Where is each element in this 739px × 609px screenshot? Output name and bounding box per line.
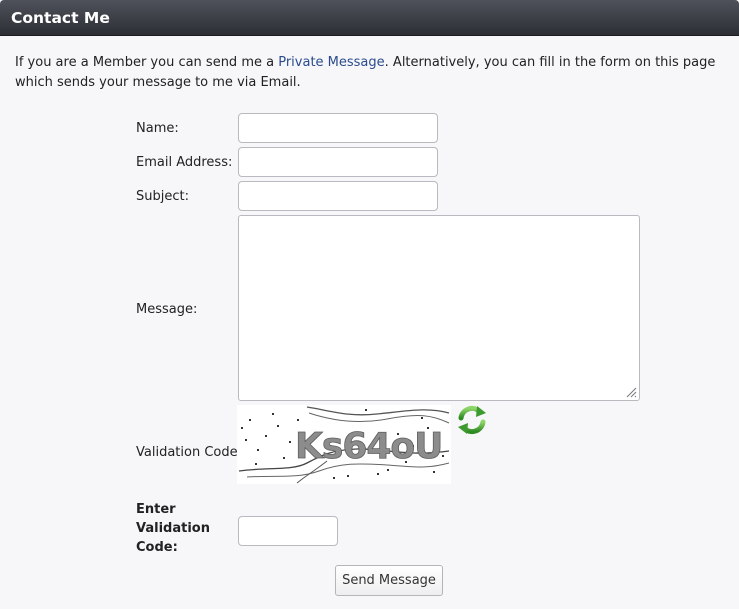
enter-code-label-line3: Code: (136, 540, 178, 555)
send-message-button[interactable]: Send Message (335, 565, 443, 596)
message-textarea[interactable] (238, 215, 640, 401)
enter-code-label-line1: Enter (136, 502, 176, 517)
resize-grip-icon[interactable] (625, 386, 637, 398)
intro-prefix: If you are a Member you can send me a (15, 55, 279, 70)
name-input[interactable] (238, 113, 438, 143)
enter-code-label-line2: Validation (136, 521, 210, 536)
email-input[interactable] (238, 147, 438, 177)
captcha-image: Ks64oU (237, 405, 451, 484)
enter-validation-code-label: Enter Validation Code: (136, 500, 210, 557)
refresh-icon (458, 405, 486, 435)
page-title: Contact Me (11, 9, 110, 27)
private-message-link[interactable]: Private Message (278, 55, 384, 70)
message-label: Message: (136, 302, 198, 317)
intro-text: If you are a Member you can send me a Pr… (15, 53, 733, 93)
subject-label: Subject: (136, 189, 189, 204)
subject-input[interactable] (238, 181, 438, 211)
validation-code-label: Validation Code: (136, 445, 242, 460)
refresh-captcha-button[interactable] (455, 403, 489, 437)
captcha-graphic: Ks64oU (237, 405, 451, 484)
email-label: Email Address: (136, 155, 233, 170)
validation-code-input[interactable] (238, 516, 338, 546)
captcha-text: Ks64oU (295, 426, 442, 467)
window-titlebar: Contact Me (0, 0, 739, 36)
name-label: Name: (136, 121, 179, 136)
